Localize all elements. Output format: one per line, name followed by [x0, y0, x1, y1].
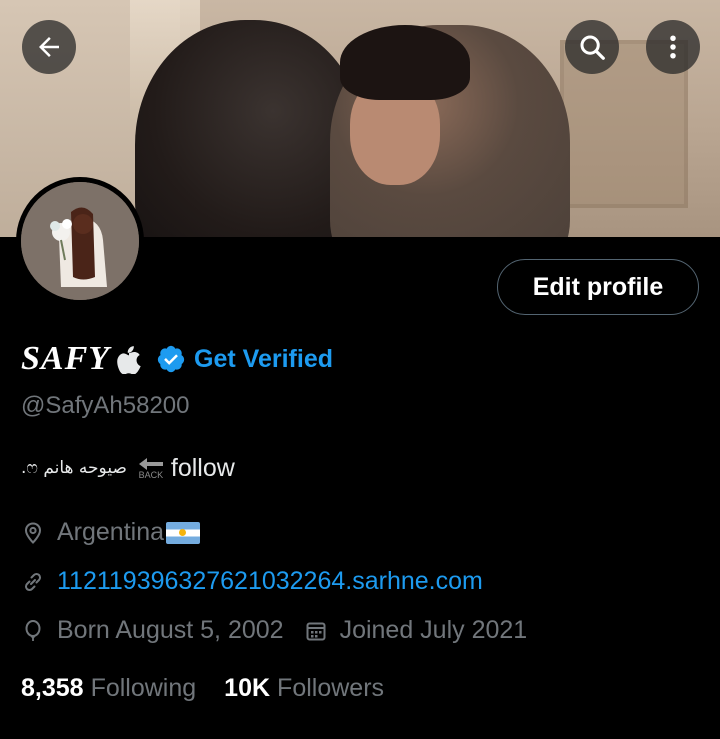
follow-stats: 8,358 Following 10K Followers: [21, 674, 384, 703]
website-link[interactable]: 112119396327621032264.sarhne.com: [57, 567, 483, 596]
search-button[interactable]: [565, 20, 619, 74]
get-verified-link[interactable]: Get Verified: [194, 345, 333, 374]
birth-date: Born August 5, 2002: [57, 616, 284, 644]
bio-arabic-text: .ෆ صيوحه هانم: [21, 458, 127, 478]
following-label: Following: [90, 674, 197, 702]
following-stat[interactable]: 8,358 Following: [21, 674, 196, 703]
edit-profile-button[interactable]: Edit profile: [497, 259, 699, 315]
joined-date: Joined July 2021: [339, 616, 528, 644]
banner-hair: [340, 25, 470, 100]
search-icon: [580, 35, 605, 60]
display-name: SAFY: [21, 340, 111, 377]
followers-label: Followers: [277, 674, 385, 702]
balloon-icon: [25, 619, 41, 641]
verified-badge-icon[interactable]: [156, 344, 186, 374]
apple-icon: [117, 346, 141, 374]
name-row: SAFY Get Verified: [21, 336, 333, 382]
following-count: 8,358: [21, 674, 84, 702]
arrow-left-icon: [39, 37, 59, 57]
bio-follow-text: follow: [170, 453, 235, 482]
edit-profile-label: Edit profile: [532, 272, 664, 301]
followers-count: 10K: [224, 674, 271, 702]
avatar[interactable]: [16, 177, 144, 305]
back-arrow-icon: BACK: [137, 456, 165, 480]
back-button[interactable]: [22, 20, 76, 74]
link-icon: [24, 572, 42, 591]
calendar-icon: [306, 622, 326, 640]
bio: .ෆ صيوحه هانم BACK follow: [21, 450, 235, 486]
location-pin-icon: [24, 521, 42, 544]
website-row: 112119396327621032264.sarhne.com: [21, 567, 483, 596]
followers-stat[interactable]: 10K Followers: [224, 674, 384, 703]
location-text: Argentina: [57, 518, 165, 546]
user-handle: @SafyAh58200: [21, 392, 190, 419]
back-label: BACK: [138, 470, 164, 480]
more-button[interactable]: [646, 20, 700, 74]
avatar-illustration: [21, 182, 139, 300]
more-vertical-icon: [670, 35, 676, 59]
avatar-image: [21, 182, 139, 300]
dates-row: Born August 5, 2002 Joined July 2021: [21, 616, 527, 645]
location-row: Argentina: [21, 518, 201, 547]
argentina-flag-icon: [166, 521, 201, 544]
